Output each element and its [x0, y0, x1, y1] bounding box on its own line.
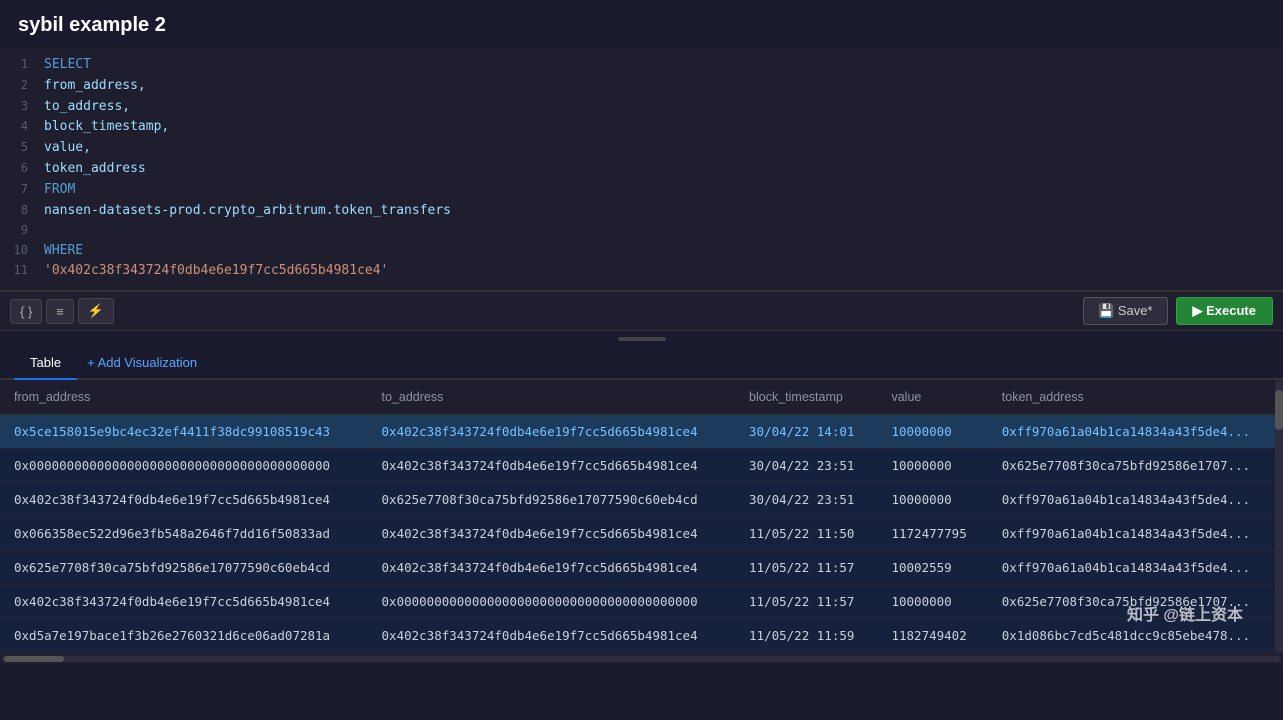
table-cell-value: 1172477795 [877, 517, 987, 551]
add-visualization-button[interactable]: + Add Visualization [77, 347, 207, 378]
table-cell-to_address: 0x402c38f343724f0db4e6e19f7cc5d665b4981c… [368, 415, 736, 449]
code-line: 11 '0x402c38f343724f0db4e6e19f7cc5d665b4… [12, 261, 1283, 282]
code-line: 9 [12, 221, 1283, 240]
code-line: 10WHERE [12, 241, 1283, 262]
table-cell-block_timestamp: 30/04/22 14:01 [735, 415, 877, 449]
table-cell-block_timestamp: 30/04/22 23:51 [735, 449, 877, 483]
table-header-token_address: token_address [988, 380, 1283, 415]
table-cell-value: 10000000 [877, 449, 987, 483]
table-cell-from_address: 0x625e7708f30ca75bfd92586e17077590c60eb4… [0, 551, 368, 585]
table-cell-value: 10000000 [877, 415, 987, 449]
save-button[interactable]: 💾 Save* [1083, 297, 1168, 325]
results-area: Table + Add Visualization from_addressto… [0, 347, 1283, 665]
table-cell-to_address: 0x402c38f343724f0db4e6e19f7cc5d665b4981c… [368, 551, 736, 585]
table-cell-to_address: 0x402c38f343724f0db4e6e19f7cc5d665b4981c… [368, 619, 736, 653]
table-cell-from_address: 0x402c38f343724f0db4e6e19f7cc5d665b4981c… [0, 483, 368, 517]
code-line: 6 token_address [12, 159, 1283, 180]
code-block: 1SELECT2 from_address,3 to_address,4 blo… [0, 47, 1283, 290]
tabs-bar: Table + Add Visualization [0, 347, 1283, 380]
code-line: 3 to_address, [12, 97, 1283, 118]
table-row: 0x402c38f343724f0db4e6e19f7cc5d665b4981c… [0, 483, 1283, 517]
run-button[interactable]: ⚡ [78, 298, 114, 324]
table-cell-value: 1182749402 [877, 619, 987, 653]
table-cell-token_address: 0xff970a61a04b1ca14834a43f5de4... [988, 551, 1283, 585]
table-header-row: from_addressto_addressblock_timestampval… [0, 380, 1283, 415]
table-cell-block_timestamp: 11/05/22 11:50 [735, 517, 877, 551]
code-line: 1SELECT [12, 55, 1283, 76]
table-cell-token_address: 0x1d086bc7cd5c481dcc9c85ebe478... [988, 619, 1283, 653]
table-cell-token_address: 0x625e7708f30ca75bfd92586e1707... [988, 449, 1283, 483]
code-line: 7FROM [12, 180, 1283, 201]
results-table-container: from_addressto_addressblock_timestampval… [0, 380, 1283, 653]
table-cell-token_address: 0xff970a61a04b1ca14834a43f5de4... [988, 415, 1283, 449]
resize-handle[interactable] [0, 331, 1283, 347]
table-row: 0xd5a7e197bace1f3b26e2760321d6ce06ad0728… [0, 619, 1283, 653]
tab-table[interactable]: Table [14, 347, 77, 380]
table-cell-value: 10002559 [877, 551, 987, 585]
table-body: 0x5ce158015e9bc4ec32ef4411f38dc99108519c… [0, 415, 1283, 653]
table-cell-to_address: 0x625e7708f30ca75bfd92586e17077590c60eb4… [368, 483, 736, 517]
table-cell-value: 10000000 [877, 483, 987, 517]
table-header-to_address: to_address [368, 380, 736, 415]
results-table: from_addressto_addressblock_timestampval… [0, 380, 1283, 653]
table-cell-token_address: 0xff970a61a04b1ca14834a43f5de4... [988, 483, 1283, 517]
table-cell-block_timestamp: 11/05/22 11:57 [735, 585, 877, 619]
table-cell-token_address: 0x625e7708f30ca75bfd92586e1707... [988, 585, 1283, 619]
table-row: 0x625e7708f30ca75bfd92586e17077590c60eb4… [0, 551, 1283, 585]
table-cell-value: 10000000 [877, 585, 987, 619]
table-row: 0x066358ec522d96e3fb548a2646f7dd16f50833… [0, 517, 1283, 551]
table-row: 0x5ce158015e9bc4ec32ef4411f38dc99108519c… [0, 415, 1283, 449]
table-cell-from_address: 0x402c38f343724f0db4e6e19f7cc5d665b4981c… [0, 585, 368, 619]
table-cell-from_address: 0x066358ec522d96e3fb548a2646f7dd16f50833… [0, 517, 368, 551]
title: sybil example 2 [0, 0, 1283, 47]
table-cell-from_address: 0x5ce158015e9bc4ec32ef4411f38dc99108519c… [0, 415, 368, 449]
format-list-button[interactable]: ≡ [46, 299, 74, 324]
code-line: 8 nansen-datasets-prod.crypto_arbitrum.t… [12, 201, 1283, 222]
table-header-value: value [877, 380, 987, 415]
editor-area: 1SELECT2 from_address,3 to_address,4 blo… [0, 47, 1283, 291]
code-line: 5 value, [12, 138, 1283, 159]
vertical-scrollbar[interactable] [1275, 380, 1283, 653]
execute-button[interactable]: ▶ Execute [1176, 297, 1273, 325]
toolbar: { } ≡ ⚡ 💾 Save* ▶ Execute [0, 291, 1283, 331]
table-cell-block_timestamp: 30/04/22 23:51 [735, 483, 877, 517]
table-cell-token_address: 0xff970a61a04b1ca14834a43f5de4... [988, 517, 1283, 551]
format-json-button[interactable]: { } [10, 299, 42, 324]
table-cell-to_address: 0x402c38f343724f0db4e6e19f7cc5d665b4981c… [368, 449, 736, 483]
table-cell-from_address: 0x00000000000000000000000000000000000000… [0, 449, 368, 483]
table-cell-from_address: 0xd5a7e197bace1f3b26e2760321d6ce06ad0728… [0, 619, 368, 653]
code-line: 2 from_address, [12, 76, 1283, 97]
table-row: 0x402c38f343724f0db4e6e19f7cc5d665b4981c… [0, 585, 1283, 619]
table-header-from_address: from_address [0, 380, 368, 415]
table-header-block_timestamp: block_timestamp [735, 380, 877, 415]
code-line: 4 block_timestamp, [12, 117, 1283, 138]
table-cell-block_timestamp: 11/05/22 11:59 [735, 619, 877, 653]
table-cell-block_timestamp: 11/05/22 11:57 [735, 551, 877, 585]
horizontal-scrollbar[interactable] [0, 653, 1283, 665]
table-cell-to_address: 0x00000000000000000000000000000000000000… [368, 585, 736, 619]
table-cell-to_address: 0x402c38f343724f0db4e6e19f7cc5d665b4981c… [368, 517, 736, 551]
table-row: 0x00000000000000000000000000000000000000… [0, 449, 1283, 483]
